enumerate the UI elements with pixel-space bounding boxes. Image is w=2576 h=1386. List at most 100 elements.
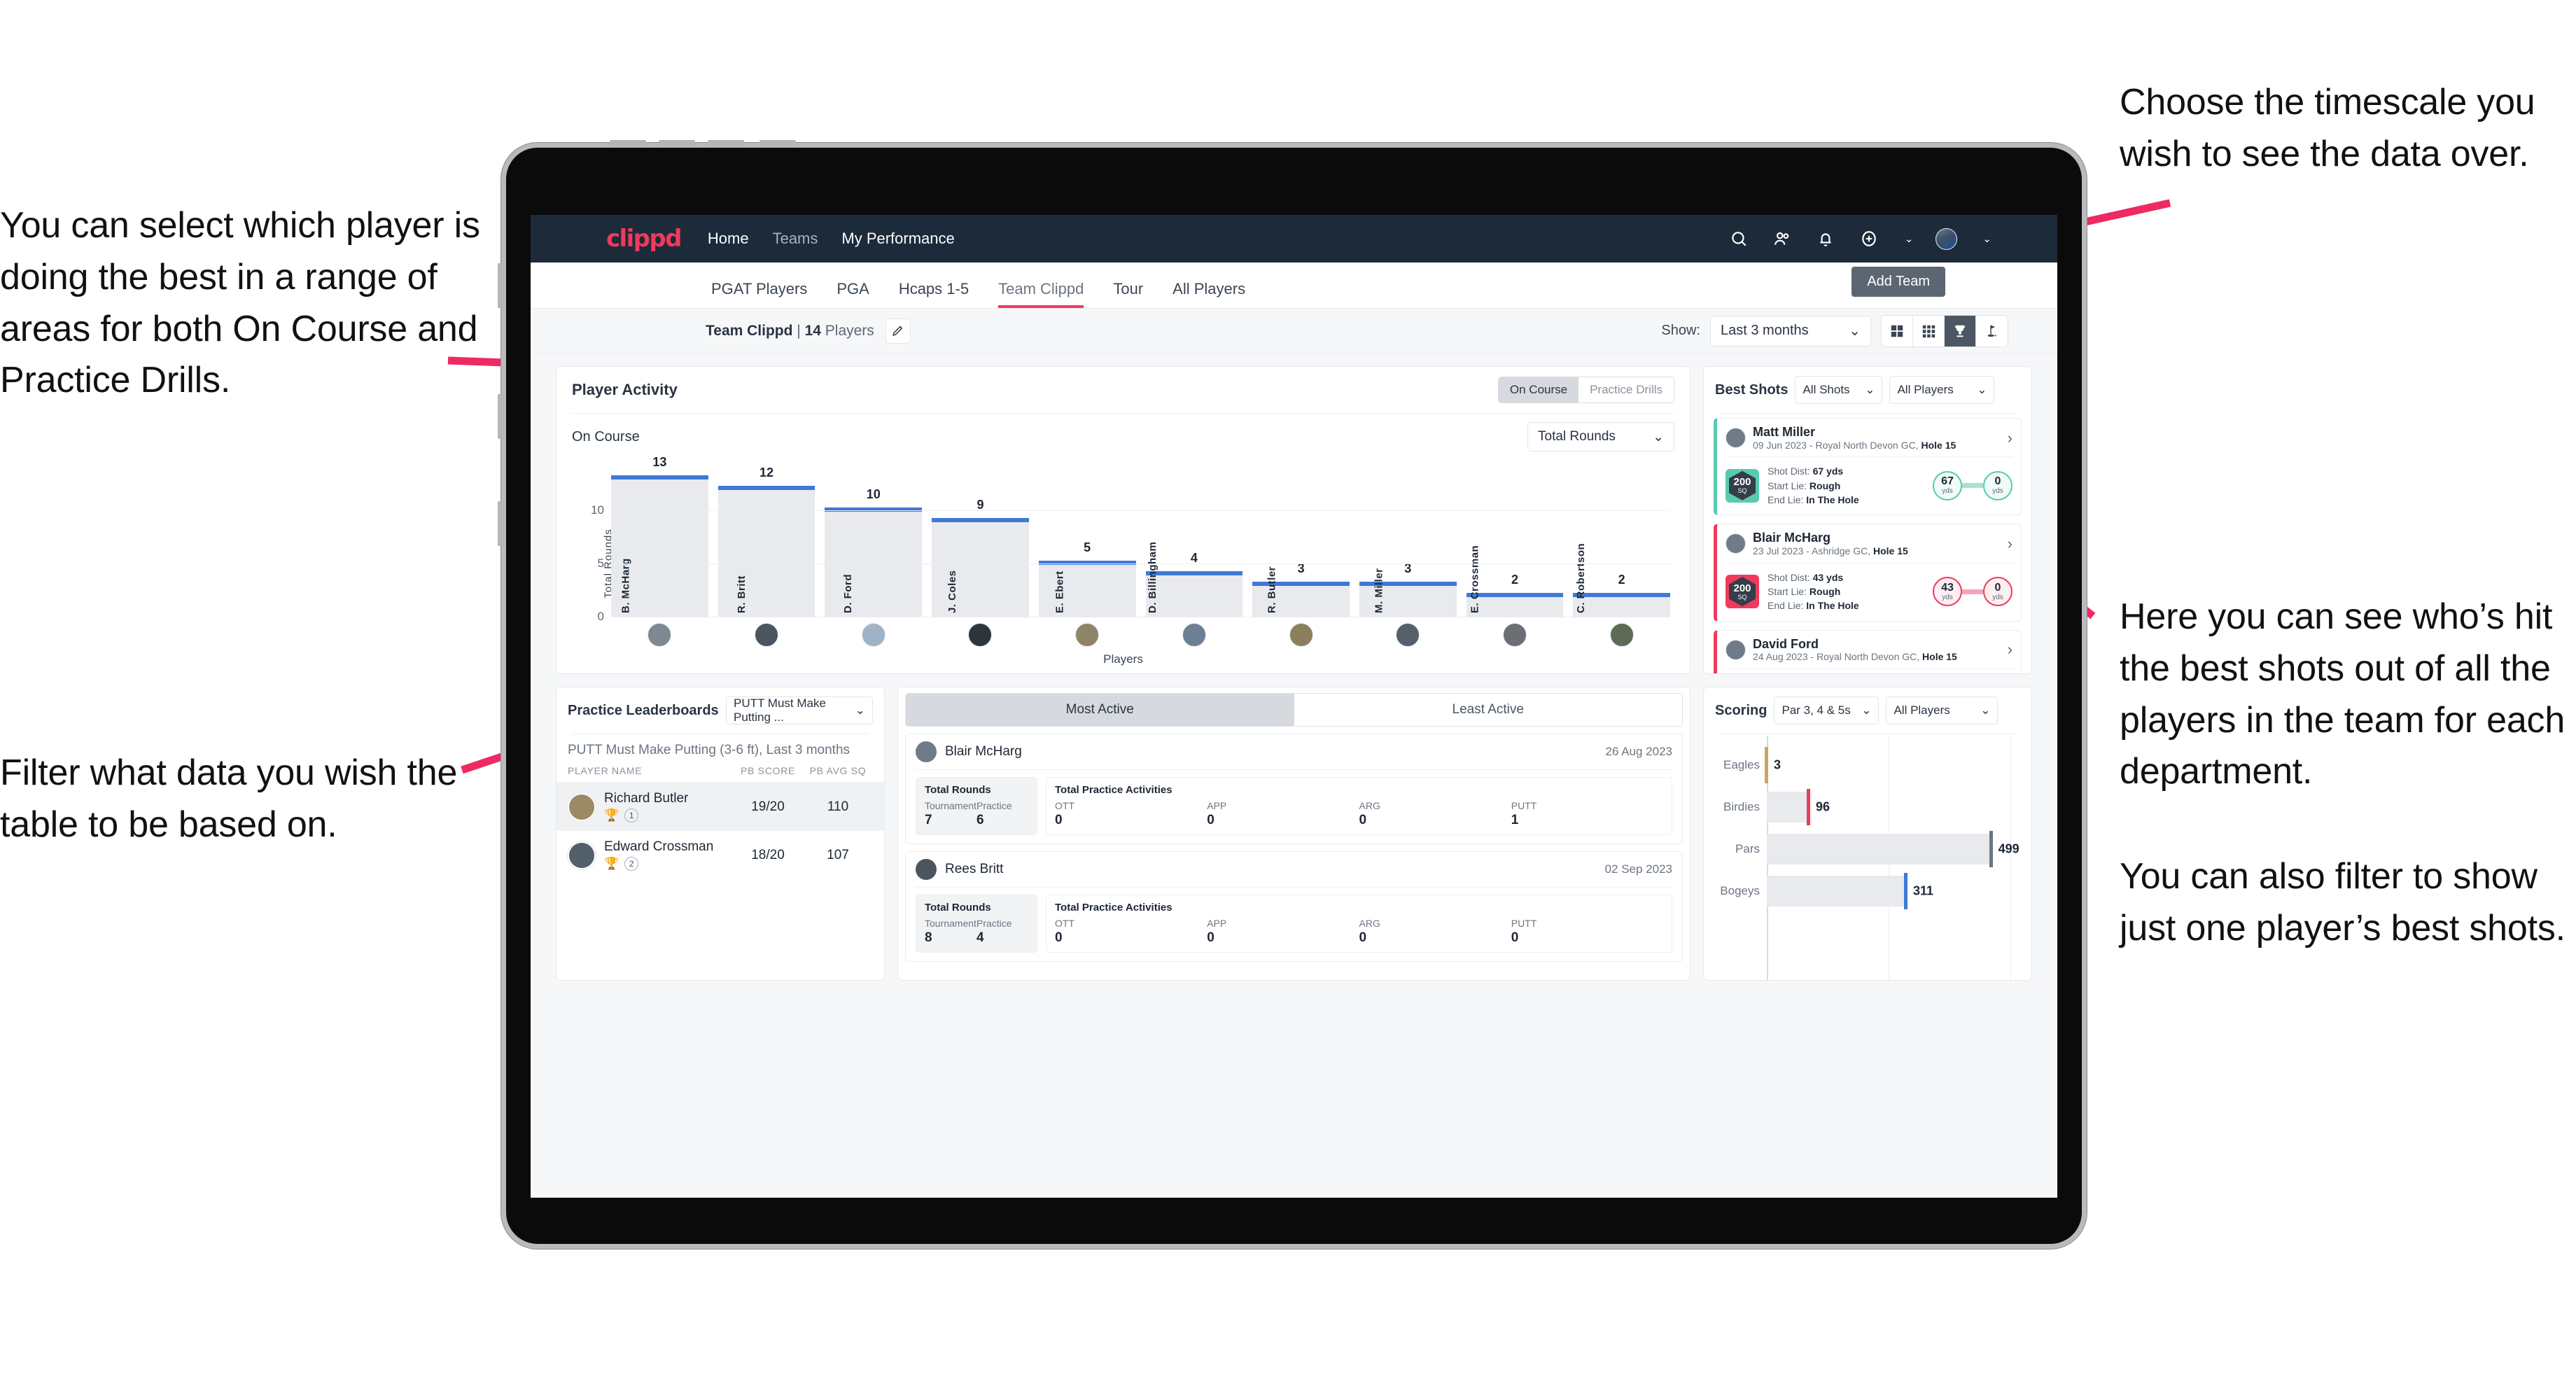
table-row[interactable]: Richard Butler 🏆 1 19/20 110 — [556, 783, 884, 831]
tab-tour[interactable]: Tour — [1113, 280, 1143, 308]
scoring-player-filter[interactable]: All Players ⌄ — [1886, 696, 1998, 724]
nav-link-teams[interactable]: Teams — [773, 230, 818, 248]
chart-bar[interactable]: 4 D. Billingham — [1145, 542, 1243, 617]
clippd-logo[interactable]: clippd — [606, 225, 682, 253]
activity-practice-cell: OTT 0 — [1055, 800, 1074, 827]
best-shot-card[interactable]: Blair McHarg 23 Jul 2023 - Ashridge GC, H… — [1714, 524, 2022, 622]
chevron-down-icon-plus[interactable]: ⌄ — [1905, 232, 1914, 245]
chevron-down-icon: ⌄ — [1977, 383, 1987, 396]
scoring-bar-row[interactable]: Pars 499 — [1715, 828, 2020, 870]
chart-bar[interactable]: 9 J. Coles — [932, 498, 1029, 617]
chart-bar[interactable]: 2 C. Robertson — [1573, 543, 1671, 617]
nav-link-my-performance[interactable]: My Performance — [841, 230, 954, 248]
chart-player-avatar[interactable] — [932, 623, 1029, 647]
chevron-down-icon-avatar[interactable]: ⌄ — [1982, 232, 1991, 245]
chart-bar[interactable]: 13 B. McHarg — [611, 455, 708, 617]
chart-bar[interactable]: 5 E. Ebert — [1038, 540, 1136, 617]
best-shot-card[interactable]: David Ford 24 Aug 2023 - Royal North Devo… — [1714, 629, 2022, 673]
chart-bar-cap — [1145, 571, 1243, 576]
tab-pgat-players[interactable]: PGAT Players — [711, 280, 807, 308]
chart-player-avatar[interactable] — [611, 623, 708, 647]
scoring-bar-row[interactable]: Birdies 96 — [1715, 786, 2020, 828]
hexagon-icon: 200 SQ — [1729, 470, 1756, 500]
chart-bar-label: R. Britt — [736, 575, 748, 613]
table-row[interactable]: Edward Crossman 🏆 2 18/20 107 — [556, 831, 884, 879]
chevron-down-icon: ⌄ — [1865, 383, 1875, 396]
metric-select[interactable]: Total Rounds ⌄ — [1527, 422, 1674, 451]
chart-bar[interactable]: 12 R. Britt — [718, 465, 816, 617]
tab-least-active[interactable]: Least Active — [1294, 694, 1682, 726]
shot-path-connector — [1962, 483, 1983, 489]
hexagon-icon: 200 SQ — [1729, 577, 1756, 607]
avatar[interactable] — [1935, 227, 1958, 250]
chevron-right-icon[interactable]: › — [2008, 640, 2012, 659]
trophy-icon — [1954, 325, 1966, 337]
best-shots-shot-filter[interactable]: All Shots ⌄ — [1795, 376, 1883, 404]
tab-all-players[interactable]: All Players — [1172, 280, 1245, 308]
bell-icon[interactable] — [1815, 228, 1836, 249]
segment-on-course[interactable]: On Course — [1498, 377, 1579, 402]
annotation-right-middle: Here you can see who’s hit the best shot… — [2120, 596, 2566, 792]
chart-player-avatar[interactable] — [1573, 623, 1670, 647]
tab-hcaps-1-5[interactable]: Hcaps 1-5 — [899, 280, 969, 308]
chevron-right-icon[interactable]: › — [2008, 535, 2012, 553]
activity-item-body: Total Rounds Tournament 8 Practice 4 Total Pr… — [906, 888, 1682, 961]
nav-link-home[interactable]: Home — [708, 230, 749, 248]
list-item[interactable]: Rees Britt 02 Sep 2023 Total Rounds Tournam… — [905, 851, 1683, 962]
chart-bar[interactable]: 3 M. Miller — [1359, 561, 1457, 617]
scoring-bar-row[interactable]: Eagles 3 — [1715, 744, 2020, 786]
chart-player-avatar[interactable] — [718, 623, 816, 647]
best-shot-card[interactable]: Matt Miller 09 Jun 2023 - Royal North Dev… — [1714, 417, 2022, 516]
scoring-par-filter[interactable]: Par 3, 4 & 5s ⌄ — [1774, 696, 1879, 724]
best-shots-player-filter[interactable]: All Players ⌄ — [1889, 376, 1995, 404]
column-pb-avg-sq: PB AVG SQ — [809, 765, 867, 776]
shot-filter-value: All Shots — [1802, 383, 1850, 396]
total-rounds-box: Total Rounds Tournament 7 Practice 6 — [916, 777, 1037, 835]
chart-bar-label: D. Ford — [841, 574, 854, 613]
tab-team-clippd[interactable]: Team Clippd — [998, 280, 1084, 308]
segment-practice-drills[interactable]: Practice Drills — [1578, 377, 1674, 402]
best-shot-identity: Blair McHarg 23 Jul 2023 - Ashridge GC, H… — [1753, 531, 1908, 556]
view-golf-flag-button[interactable] — [1976, 316, 2008, 346]
shot-quality-badge: 200 SQ — [1726, 468, 1759, 503]
scoring-bar-value: 311 — [1913, 883, 1934, 898]
chart-player-avatar[interactable] — [1146, 623, 1243, 647]
tab-pga[interactable]: PGA — [836, 280, 869, 308]
view-grid-2x2-button[interactable] — [1882, 315, 1913, 346]
chevron-right-icon[interactable]: › — [2008, 429, 2012, 447]
view-mode-toggle — [1881, 314, 2008, 347]
timescale-select[interactable]: Last 3 months ⌄ — [1710, 315, 1871, 346]
plus-circle-icon[interactable] — [1858, 228, 1879, 249]
team-label: Team Clippd | 14 Players — [706, 323, 874, 340]
chart-player-avatar[interactable] — [1252, 623, 1350, 647]
drill-select[interactable]: PUTT Must Make Putting ... ⌄ — [726, 696, 873, 724]
practice-leaderboards-header: Practice Leaderboards PUTT Must Make Put… — [556, 687, 884, 734]
list-item[interactable]: Blair McHarg 26 Aug 2023 Total Rounds Tourn… — [905, 734, 1683, 844]
chart-bar[interactable]: 3 R. Butler — [1252, 561, 1350, 617]
add-team-button[interactable]: Add Team — [1851, 267, 1945, 297]
scoring-category-label: Pars — [1735, 842, 1760, 855]
avatar — [568, 841, 596, 869]
edit-team-button[interactable] — [885, 318, 911, 344]
chart-bar[interactable]: 2 E. Crossman — [1466, 545, 1564, 617]
best-shot-meta: 09 Jun 2023 - Royal North Devon GC, Hole… — [1753, 439, 1956, 451]
chart-x-axis-label: Players — [1103, 652, 1143, 666]
search-icon[interactable] — [1728, 228, 1749, 249]
leaderboard-columns: PLAYER NAME PB SCORE PB AVG SQ — [556, 765, 884, 783]
activity-practice-cell: PUTT 1 — [1511, 800, 1537, 827]
best-shots-title: Best Shots — [1715, 382, 1788, 398]
scoring-bar-value: 96 — [1816, 799, 1830, 814]
activity-date: 26 Aug 2023 — [1605, 745, 1672, 758]
view-grid-3x3-button[interactable] — [1913, 315, 1945, 346]
shot-start-distance: 67 yds — [1933, 470, 1962, 500]
chart-player-avatar[interactable] — [1466, 623, 1564, 647]
view-trophy-button[interactable] — [1945, 315, 1976, 346]
chart-player-avatar[interactable] — [825, 623, 922, 647]
scoring-bar-tip — [1989, 831, 1993, 867]
chart-player-avatar[interactable] — [1039, 623, 1136, 647]
people-icon[interactable] — [1772, 228, 1793, 249]
avatar — [916, 741, 937, 762]
chart-player-avatar[interactable] — [1359, 623, 1457, 647]
scoring-bar-row[interactable]: Bogeys 311 — [1715, 870, 2020, 912]
tab-most-active[interactable]: Most Active — [906, 694, 1294, 726]
